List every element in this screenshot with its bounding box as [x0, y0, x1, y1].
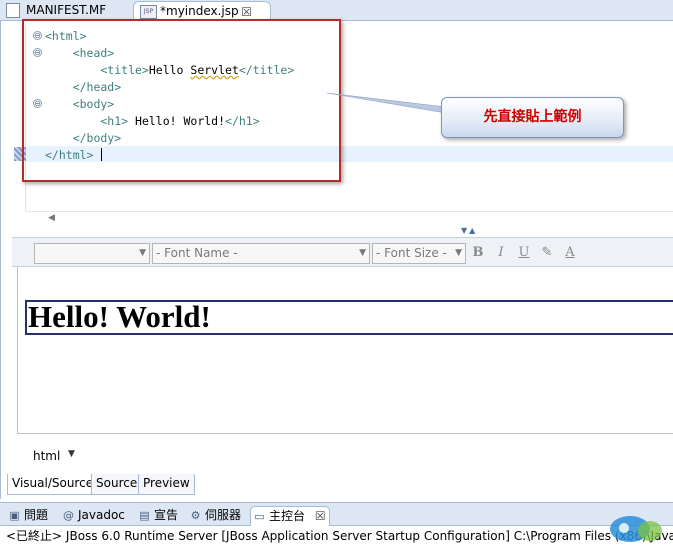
annotation-box [22, 19, 341, 182]
chevron-down-icon: ▼ [139, 248, 146, 258]
javadoc-icon: @ [63, 509, 74, 522]
tab-preview[interactable]: Preview [138, 474, 195, 495]
underline-button[interactable]: U [516, 244, 532, 262]
chevron-down-icon: ▼ [359, 248, 366, 258]
editor-tab-bar: MANIFEST.MF JSP *myindex.jsp ☒ [0, 0, 673, 21]
visual-preview[interactable] [17, 267, 673, 434]
jsp-file-icon: JSP [140, 5, 157, 19]
highlight-color-button[interactable]: ✎ [539, 244, 555, 262]
horizontal-scrollbar[interactable]: ◀ [26, 211, 673, 227]
tab-manifest[interactable]: MANIFEST.MF [0, 1, 132, 21]
font-size-value: - Font Size - [376, 246, 447, 260]
pane-splitter[interactable] [12, 228, 673, 237]
preview-heading[interactable]: Hello! World! [25, 300, 673, 335]
tab-label: MANIFEST.MF [26, 3, 107, 17]
file-icon [6, 3, 20, 18]
font-name-combo[interactable]: - Font Name - ▼ [152, 243, 370, 264]
close-icon[interactable]: ☒ [315, 509, 326, 523]
chevron-down-icon[interactable]: ▼ [68, 449, 75, 459]
tab-servers[interactable]: ⚙ 伺服器 [187, 506, 241, 526]
font-color-button[interactable]: A [562, 244, 578, 262]
font-name-value: - Font Name - [156, 246, 238, 260]
tab-console[interactable]: ▭ 主控台 ☒ [250, 506, 330, 526]
splitter-arrows-icon[interactable]: ▼▲ [461, 226, 477, 235]
servers-icon: ⚙ [190, 509, 201, 522]
declaration-icon: ▤ [139, 509, 150, 522]
tab-problems[interactable]: ▣ 問題 [6, 506, 48, 526]
console-status: <已終止> JBoss 6.0 Runtime Server [JBoss Ap… [0, 527, 673, 547]
tab-source[interactable]: Source [91, 474, 143, 495]
tab-declaration[interactable]: ▤ 宣告 [136, 506, 178, 526]
tag-selector[interactable]: html [33, 449, 60, 463]
watermark-logo-icon [610, 516, 662, 542]
annotation-callout: 先直接貼上範例 [441, 97, 624, 138]
tab-label: *myindex.jsp [160, 4, 239, 18]
chevron-down-icon: ▼ [455, 248, 462, 258]
format-toolbar: ▼ - Font Name - ▼ - Font Size - ▼ B I U … [12, 237, 673, 267]
scroll-left-icon[interactable]: ◀ [48, 213, 55, 223]
bold-button[interactable]: B [470, 244, 486, 262]
font-size-combo[interactable]: - Font Size - ▼ [372, 243, 466, 264]
italic-button[interactable]: I [493, 244, 509, 262]
tab-myindex-jsp[interactable]: JSP *myindex.jsp ☒ [133, 1, 271, 21]
console-icon: ▭ [254, 510, 265, 523]
problems-icon: ▣ [9, 509, 20, 522]
tab-visual-source[interactable]: Visual/Source [7, 474, 99, 495]
panel-tab-bar: ▣ 問題 @ Javadoc ▤ 宣告 ⚙ 伺服器 ▭ 主控台 ☒ [0, 502, 673, 526]
tab-javadoc[interactable]: @ Javadoc [60, 506, 125, 526]
style-combo[interactable]: ▼ [34, 243, 150, 264]
